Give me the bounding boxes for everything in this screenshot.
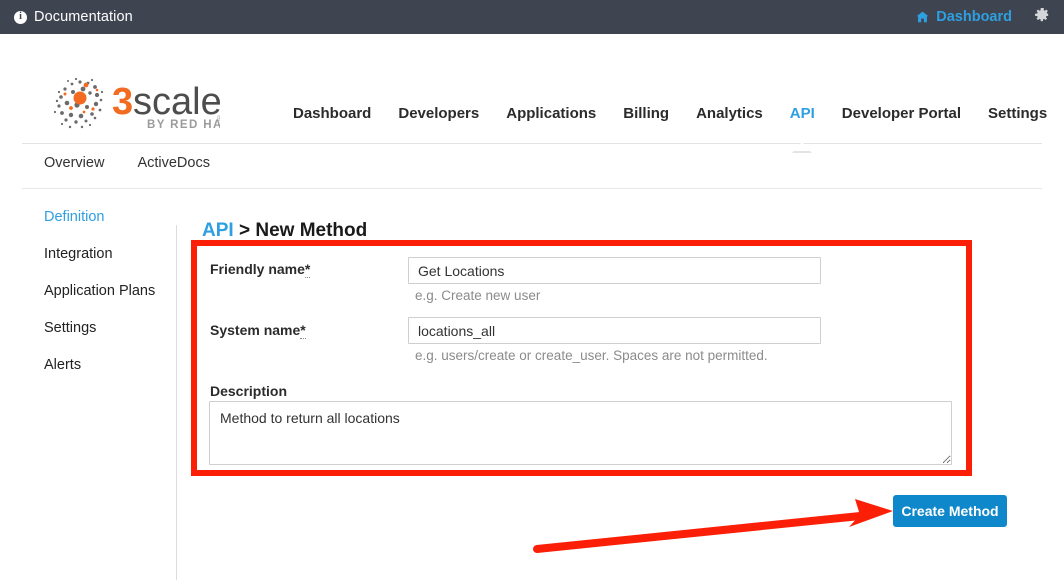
system-name-label-text: System name [210, 322, 301, 338]
friendly-name-input[interactable] [408, 257, 821, 284]
nav-item-analytics[interactable]: Analytics [696, 105, 763, 126]
main-navigation: Dashboard Developers Applications Billing An… [0, 105, 1064, 153]
friendly-name-hint: e.g. Create new user [415, 288, 541, 303]
page-root: i Documentation Dashboard 3 scale BY RED… [0, 0, 1064, 580]
system-name-label: System name* [210, 322, 306, 339]
description-label: Description [210, 383, 288, 399]
subnav-item-activedocs[interactable]: ActiveDocs [137, 155, 210, 171]
documentation-label[interactable]: Documentation [34, 9, 133, 25]
create-method-button[interactable]: Create Method [893, 495, 1007, 527]
required-marker: * [300, 322, 306, 339]
breadcrumb-current: New Method [255, 220, 368, 241]
sidebar-item-definition[interactable]: Definition [0, 198, 177, 235]
nav-item-dashboard[interactable]: Dashboard [293, 105, 371, 126]
nav-item-billing[interactable]: Billing [623, 105, 669, 126]
breadcrumb-api-link[interactable]: API [202, 220, 234, 241]
sub-navigation: Overview ActiveDocs [44, 155, 210, 171]
description-textarea[interactable] [209, 401, 952, 465]
subnav-item-overview[interactable]: Overview [44, 155, 104, 171]
info-circle-icon: i [14, 10, 27, 24]
dashboard-link-label: Dashboard [936, 9, 1012, 25]
sidebar: Definition Integration Application Plans Se… [0, 198, 177, 580]
system-name-input[interactable] [408, 317, 821, 344]
top-bar-left: i Documentation [14, 9, 133, 25]
subnav-divider [22, 188, 1042, 189]
settings-gear-button[interactable] [1034, 7, 1050, 28]
new-method-form: Friendly name* e.g. Create new user Syst… [191, 240, 972, 476]
breadcrumb-separator: > [233, 220, 256, 241]
sidebar-item-alerts[interactable]: Alerts [0, 346, 177, 383]
nav-item-developers[interactable]: Developers [398, 105, 479, 126]
nav-divider [22, 143, 1042, 144]
friendly-name-label: Friendly name* [210, 261, 311, 278]
page-title: API > New Method [202, 220, 367, 242]
dashboard-link[interactable]: Dashboard [916, 9, 1012, 25]
sidebar-item-integration[interactable]: Integration [0, 235, 177, 272]
friendly-name-label-text: Friendly name [210, 261, 305, 277]
gear-icon [1034, 7, 1050, 28]
top-bar-right: Dashboard [916, 7, 1050, 28]
home-icon [916, 11, 929, 23]
required-marker: * [304, 261, 311, 278]
nav-item-developer-portal[interactable]: Developer Portal [842, 105, 961, 126]
nav-item-api[interactable]: API [790, 105, 815, 153]
nav-item-applications[interactable]: Applications [506, 105, 596, 126]
top-bar: i Documentation Dashboard [0, 0, 1064, 34]
nav-item-settings[interactable]: Settings [988, 105, 1047, 126]
sidebar-item-settings[interactable]: Settings [0, 309, 177, 346]
system-name-hint: e.g. users/create or create_user. Spaces… [415, 348, 768, 363]
sidebar-item-application-plans[interactable]: Application Plans [0, 272, 177, 309]
